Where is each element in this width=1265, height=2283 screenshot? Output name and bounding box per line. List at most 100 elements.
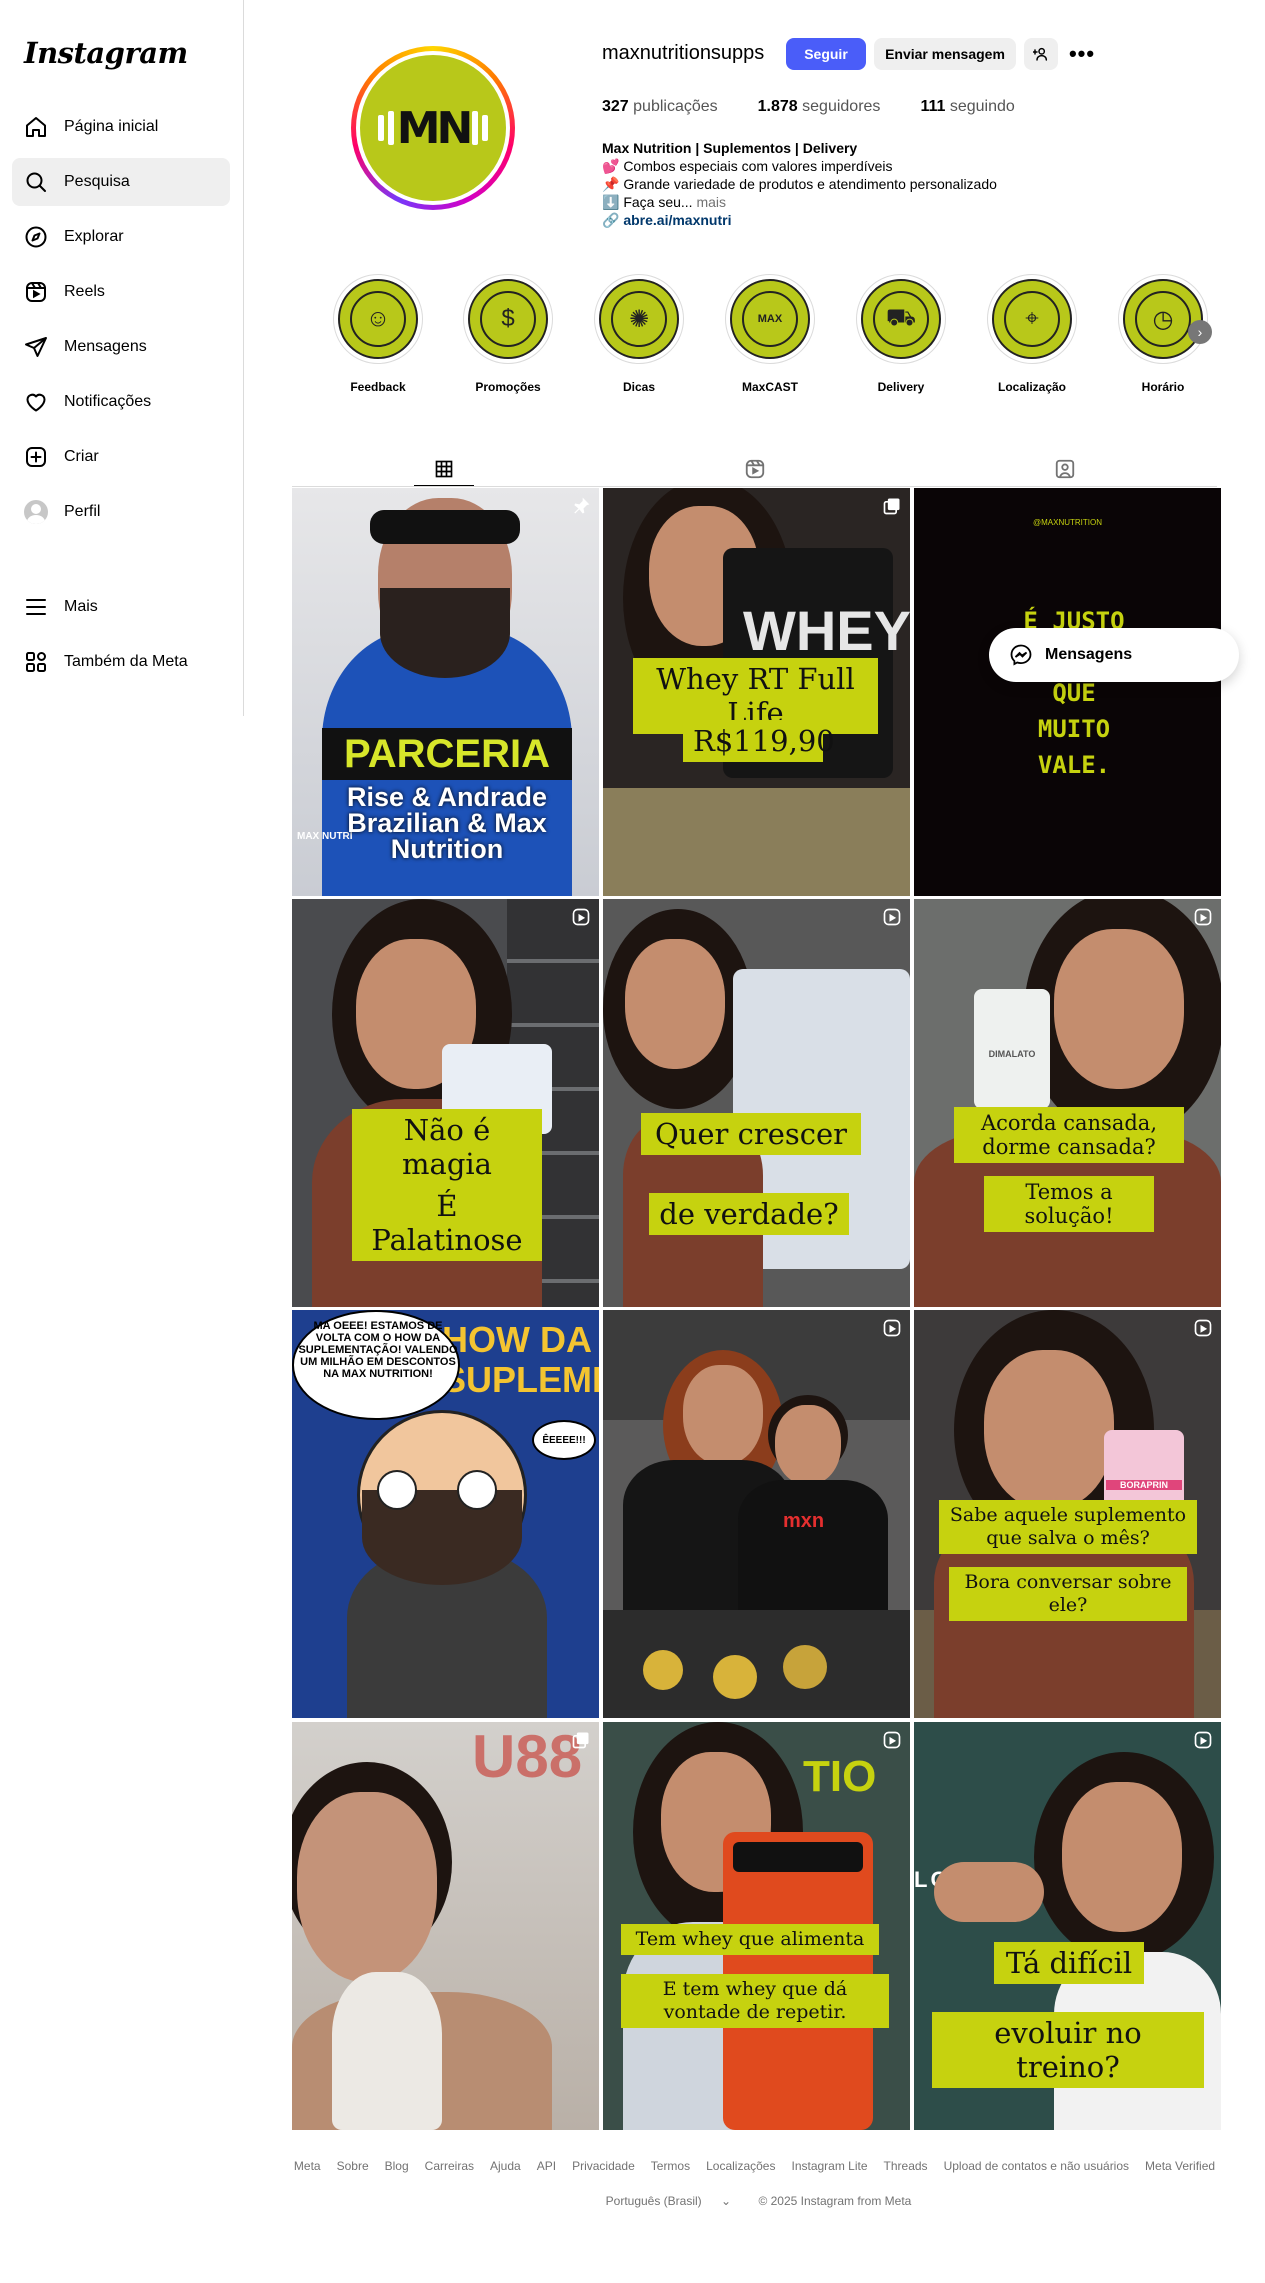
- sidebar-item-reels[interactable]: Reels: [12, 268, 230, 316]
- reel-icon: [883, 1319, 901, 1337]
- instagram-logo[interactable]: Instagram: [24, 36, 188, 70]
- highlight-feedback[interactable]: ☺ Feedback: [333, 274, 423, 394]
- post-face: [1062, 1782, 1182, 1932]
- profile-bio: Max Nutrition | Suplementos | Delivery 💕…: [602, 139, 1122, 229]
- floating-messages-button[interactable]: Mensagens: [989, 628, 1239, 682]
- options-icon[interactable]: •••: [1066, 38, 1098, 70]
- reel-icon: [1194, 908, 1212, 926]
- meta-apps-icon: [26, 652, 46, 672]
- sidebar-item-label: Criar: [64, 448, 99, 465]
- highlight-dicas[interactable]: ✺ Dicas: [594, 274, 684, 394]
- sidebar-item-label: Explorar: [64, 228, 124, 245]
- post-caption-2: evoluir no treino?: [932, 2012, 1204, 2088]
- reels-icon: [26, 282, 46, 302]
- sidebar-item-explore[interactable]: Explorar: [12, 213, 230, 261]
- sidebar-item-more[interactable]: Mais: [12, 583, 230, 631]
- bio-link[interactable]: abre.ai/maxnutri: [623, 212, 731, 228]
- bio-line: ⬇️ Faça seu... mais: [602, 194, 727, 210]
- post-1[interactable]: MAX NUTRI PARCERIA Rise & Andrade Brazil…: [292, 488, 599, 896]
- post-face: [625, 939, 725, 1069]
- cartoon-eye: [377, 1470, 417, 1510]
- footer-link[interactable]: Localizações: [706, 2159, 775, 2173]
- cartoon-eye: [457, 1470, 497, 1510]
- scooter-icon: ⛟: [873, 291, 929, 347]
- followers-stat[interactable]: 1.878 seguidores: [758, 98, 881, 116]
- footer-link[interactable]: Sobre: [337, 2159, 369, 2173]
- sidebar-item-create[interactable]: Criar: [12, 433, 230, 481]
- post-title: PARCERIA: [322, 728, 572, 780]
- bio-more-link[interactable]: mais: [696, 194, 726, 210]
- post-2[interactable]: WHEY Whey RT Full Life R$119,90: [603, 488, 910, 896]
- sidebar-item-notifications[interactable]: Notificações: [12, 378, 230, 426]
- footer-link[interactable]: Blog: [385, 2159, 409, 2173]
- highlight-promocoes[interactable]: $ Promoções: [463, 274, 553, 394]
- footer-link[interactable]: Privacidade: [572, 2159, 635, 2173]
- sidebar-item-label: Notificações: [64, 393, 152, 410]
- speech-bubble-2: ÊEEEE!!!: [532, 1420, 596, 1460]
- post-3[interactable]: @MAXNUTRITION É JUSTO CUSTE O QUE MUITO …: [914, 488, 1221, 896]
- footer-link[interactable]: Termos: [651, 2159, 690, 2173]
- highlight-maxcast[interactable]: MAX MaxCAST: [725, 274, 815, 394]
- carousel-icon: [572, 1732, 589, 1749]
- sidebar-item-search[interactable]: Pesquisa: [12, 158, 230, 206]
- sidebar-item-label: Pesquisa: [64, 173, 130, 190]
- chevron-down-icon: ⌄: [721, 2194, 732, 2208]
- post-towel: [332, 1972, 442, 2130]
- medal: [783, 1645, 827, 1689]
- sidebar-item-profile[interactable]: Perfil: [12, 488, 230, 536]
- footer-link[interactable]: API: [537, 2159, 556, 2173]
- reel-icon: [883, 908, 901, 926]
- highlight-localizacao[interactable]: ⌖ Localização: [987, 274, 1077, 394]
- footer-link[interactable]: Carreiras: [425, 2159, 474, 2173]
- post-11[interactable]: TIO Tem whey que alimenta E tem whey que…: [603, 1722, 910, 2130]
- footer-link[interactable]: Meta: [294, 2159, 321, 2173]
- footer-link[interactable]: Meta Verified: [1145, 2159, 1215, 2173]
- grid-icon: [435, 460, 453, 477]
- messenger-icon: [1010, 644, 1032, 666]
- post-caption-2: Temos a solução!: [984, 1176, 1154, 1232]
- post-8[interactable]: mxn: [603, 1310, 910, 1718]
- post-4[interactable]: Não é magia É Palatinose: [292, 899, 599, 1307]
- footer-link[interactable]: Instagram Lite: [791, 2159, 867, 2173]
- highlight-delivery[interactable]: ⛟ Delivery: [856, 274, 946, 394]
- footer-link[interactable]: Upload de contatos e não usuários: [944, 2159, 1129, 2173]
- send-message-button[interactable]: Enviar mensagem: [874, 38, 1016, 70]
- brand-logo: MN: [360, 55, 506, 201]
- post-caption-2: Bora conversar sobre ele?: [949, 1567, 1187, 1621]
- post-face: [775, 1405, 841, 1485]
- post-handle: @MAXNUTRITION: [1032, 518, 1102, 527]
- sidebar-item-home[interactable]: Página inicial: [12, 103, 230, 151]
- sidebar-item-messages[interactable]: Mensagens: [12, 323, 230, 371]
- post-12[interactable]: LOJA DE Tá difícil evoluir no treino?: [914, 1722, 1221, 2130]
- bio-link-row[interactable]: 🔗 abre.ai/maxnutri: [602, 211, 1122, 229]
- post-6[interactable]: DIMALATO Acorda cansada, dorme cansada? …: [914, 899, 1221, 1307]
- chevron-right-icon[interactable]: ›: [1188, 320, 1212, 344]
- tab-posts[interactable]: [414, 452, 474, 486]
- post-7[interactable]: HOW DA SUPLEMENTAÇÃO MA OEEE! ESTAMOS DE…: [292, 1310, 599, 1718]
- follow-button[interactable]: Seguir: [786, 38, 866, 70]
- reels-icon: [745, 459, 765, 479]
- post-subtitle: Rise & Andrade Brazilian & Max Nutrition: [346, 782, 548, 864]
- post-sign: U88: [472, 1723, 583, 1790]
- post-product-label: BORAPRIN: [1106, 1480, 1182, 1490]
- post-10[interactable]: U88: [292, 1722, 599, 2130]
- post-5[interactable]: Quer crescer de verdade?: [603, 899, 910, 1307]
- medal: [713, 1655, 757, 1699]
- post-face: [297, 1792, 437, 1982]
- tab-reels[interactable]: [725, 452, 785, 486]
- sidebar-item-meta[interactable]: Também da Meta: [12, 638, 230, 686]
- reel-icon: [572, 908, 590, 926]
- footer-link[interactable]: Ajuda: [490, 2159, 521, 2173]
- profile-stats: 327 publicações 1.878 seguidores 111 seg…: [602, 98, 1055, 116]
- footer-link[interactable]: Threads: [884, 2159, 928, 2173]
- sidebar-item-label: Reels: [64, 283, 105, 300]
- tab-tagged[interactable]: [1035, 452, 1095, 486]
- following-stat[interactable]: 111 seguindo: [920, 98, 1014, 116]
- copyright: © 2025 Instagram from Meta: [758, 2194, 912, 2208]
- clock-icon: ◷: [1135, 291, 1191, 347]
- suggest-accounts-button[interactable]: [1024, 38, 1058, 70]
- post-9[interactable]: BORAPRIN Sabe aquele suplemento que salv…: [914, 1310, 1221, 1718]
- feedback-icon: ☺: [350, 291, 406, 347]
- language-select[interactable]: Português (Brasil) ⌄: [598, 2194, 739, 2208]
- posts-stat: 327 publicações: [602, 98, 718, 115]
